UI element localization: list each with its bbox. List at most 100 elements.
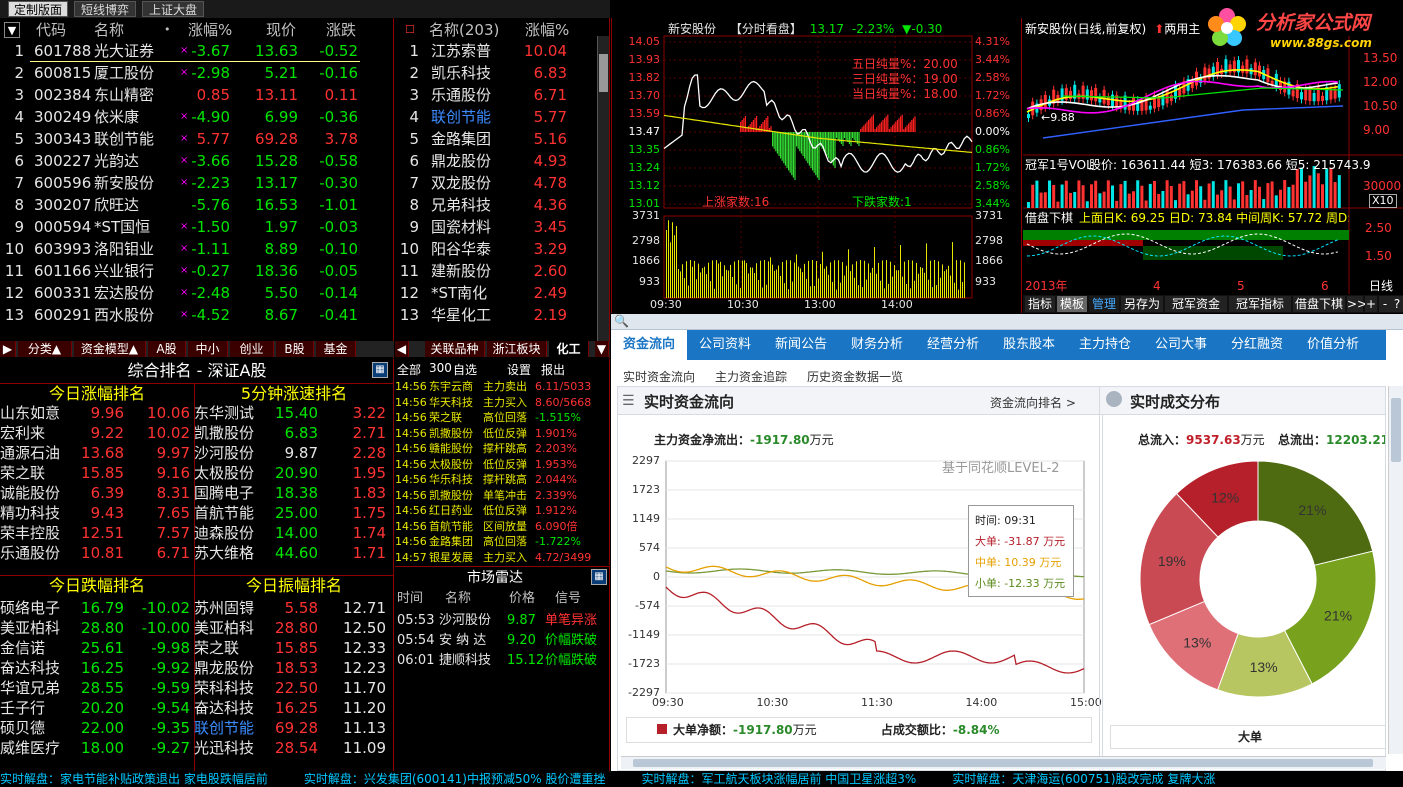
sector-tabs-down-icon[interactable]: ▼ (595, 341, 609, 357)
kline-tab[interactable]: >> (1347, 296, 1367, 312)
col-sector-pct[interactable]: 涨幅% (525, 20, 569, 40)
radar-row[interactable]: 05:53 沙河股份 9.87 单笔异涨 (395, 611, 610, 631)
category-tab[interactable]: A股 (148, 341, 186, 357)
quote-row[interactable]: 6 300227 光韵达 -3.66 15.28 -0.58 × (0, 150, 394, 172)
web-tab[interactable]: 分红融资 (1219, 330, 1295, 360)
quote-row[interactable]: 5 300343 联创节能 5.77 69.28 3.78 × (0, 128, 394, 150)
alert-row[interactable]: 14:56 凯撒股份 低位反弹 1.901% (395, 426, 610, 441)
sector-box-icon[interactable]: ☐ (405, 20, 415, 40)
tab-short-term[interactable]: 短线博弈 (74, 1, 136, 17)
rank-row[interactable]: 荣科科技 22.50 11.70 (194, 678, 394, 698)
web-tab[interactable]: 资金流向 (611, 330, 687, 360)
rank-row[interactable]: 金信诺 25.61 -9.98 (0, 638, 200, 658)
quote-row[interactable]: 10 603993 洛阳钼业 -1.11 8.89 -0.10 × (0, 238, 394, 260)
alert-row[interactable]: 14:56 太极股份 低位反弹 1.953% (395, 457, 610, 472)
rank-row[interactable]: 宏利来 9.22 10.02 (0, 423, 200, 443)
web-tab[interactable]: 价值分析 (1295, 330, 1371, 360)
col-code[interactable]: 代码 (36, 20, 66, 40)
quote-row[interactable]: 3 002384 东山精密 0.85 13.11 0.11 (0, 84, 394, 106)
news-ticker[interactable]: 实时解盘：家电节能补贴政策退出 家电股跌幅居前 实时解盘：兴发集团(600141… (0, 772, 1403, 787)
kline-tab[interactable]: 指标 (1025, 296, 1055, 312)
kline-tab[interactable]: 管理 (1089, 296, 1119, 312)
rank-row[interactable]: 硕络电子 16.79 -10.02 (0, 598, 200, 618)
kline-chart[interactable]: 新安股份(日线,前复权) ⬆两用主 13.50 12.00 10.50 9.00 ←9.8… (1023, 18, 1403, 313)
rank-row[interactable]: 威维医疗 18.00 -9.27 (0, 738, 200, 758)
magnifier-icon[interactable]: 🔍 (614, 314, 629, 328)
alert-tab[interactable]: 自选 (453, 361, 477, 378)
sector-row[interactable]: 1 江苏索普 10.04 (395, 40, 595, 62)
kline-tab[interactable]: 冠军资金 (1165, 296, 1227, 312)
rank-row[interactable]: 美亚柏科 28.80 12.50 (194, 618, 394, 638)
rank-row[interactable]: 壬子行 20.20 -9.54 (0, 698, 200, 718)
rank-row[interactable]: 光迅科技 28.54 11.09 (194, 738, 394, 758)
rank-row[interactable]: 首航节能 25.00 1.75 (194, 503, 394, 523)
quote-row[interactable]: 12 600331 宏达股份 -2.48 5.50 -0.14 × (0, 282, 394, 304)
alert-row[interactable]: 14:56 华天科技 主力买入 8.60/5668 (395, 395, 610, 410)
rank-row[interactable]: 苏州固锝 5.58 12.71 (194, 598, 394, 618)
alert-row[interactable]: 14:56 荣之联 高位回落 -1.515% (395, 410, 610, 425)
sector-row[interactable]: 4 联创节能 5.77 (395, 106, 595, 128)
rank-settings-icon[interactable]: ▦ (372, 362, 388, 378)
kline-tab[interactable]: 另存为 (1121, 296, 1163, 312)
sector-tab[interactable]: 化工 (549, 341, 589, 357)
sector-row[interactable]: 3 乐通股份 6.71 (395, 84, 595, 106)
sector-tab[interactable]: 关联品种 (425, 341, 485, 357)
category-tab[interactable]: 分类▲ (18, 341, 72, 357)
quote-row[interactable]: 4 300249 依米康 -4.90 6.99 -0.36 × (0, 106, 394, 128)
alert-tab[interactable]: 设置 (507, 361, 531, 378)
alert-tab[interactable]: 全部 (397, 361, 421, 378)
kline-tab[interactable]: - (1379, 296, 1391, 312)
sort-dropdown-icon[interactable]: ▼ (4, 22, 20, 38)
web-tab[interactable]: 股东股本 (991, 330, 1067, 360)
kline-tab[interactable]: 模板 (1057, 296, 1087, 312)
web-tab[interactable]: 经营分析 (915, 330, 991, 360)
alert-row[interactable]: 14:56 凯撒股份 单笔冲击 2.339% (395, 488, 610, 503)
radar-settings-icon[interactable]: ▦ (591, 569, 607, 585)
category-tab[interactable]: 资金模型▲ (74, 341, 146, 357)
rank-row[interactable]: 太极股份 20.90 1.95 (194, 463, 394, 483)
quote-row[interactable]: 7 600596 新安股份 -2.23 13.17 -0.30 × (0, 172, 394, 194)
rank-row[interactable]: 迪森股份 14.00 1.74 (194, 523, 394, 543)
kline-tab[interactable]: ? (1391, 296, 1403, 312)
intraday-chart[interactable]: 新安股份 【分时看盘】 13.17 -2.23% ▼-0.30 14.05 13.… (611, 18, 1022, 313)
quote-row[interactable]: 8 300207 欣旺达 -5.76 16.53 -1.01 (0, 194, 394, 216)
col-price[interactable]: 现价 (266, 20, 296, 40)
dist-donut-chart[interactable]: 21% 21% 13% 13% 19% 12% (1100, 447, 1386, 717)
quote-row[interactable]: 2 600815 厦工股份 -2.98 5.21 -0.16 × (0, 62, 394, 84)
tab-sh-index[interactable]: 上证大盘 (142, 1, 204, 17)
web-subnav-link[interactable]: 主力资金追踪 (715, 368, 787, 385)
category-tab[interactable]: B股 (276, 341, 314, 357)
sector-tab[interactable]: 浙江板块 (487, 341, 547, 357)
col-chg[interactable]: 涨跌 (326, 20, 356, 40)
quote-row[interactable]: 13 600291 西水股份 -4.52 8.67 -0.41 × (0, 304, 394, 326)
web-tab[interactable]: 主力持仓 (1067, 330, 1143, 360)
sector-row[interactable]: 11 建新股份 2.60 (395, 260, 595, 282)
category-tab[interactable]: 中小 (188, 341, 228, 357)
alert-row[interactable]: 14:56 首航节能 区间放量 6.090倍 (395, 519, 610, 534)
rank-row[interactable]: 美亚柏科 28.80 -10.00 (0, 618, 200, 638)
sector-row[interactable]: 2 凯乐科技 6.83 (395, 62, 595, 84)
rank-row[interactable]: 奋达科技 16.25 -9.92 (0, 658, 200, 678)
alert-row[interactable]: 14:56 赣能股份 撑杆跳高 2.203% (395, 441, 610, 456)
sector-scrollbar[interactable] (597, 36, 609, 342)
quote-row[interactable]: 9 000594 *ST国恒 -1.50 1.97 -0.03 × (0, 216, 394, 238)
web-tab[interactable]: 财务分析 (839, 330, 915, 360)
kline-tab[interactable]: + (1365, 296, 1377, 312)
web-tab[interactable]: 公司资料 (687, 330, 763, 360)
tabs-left-arrow-icon[interactable]: ▶ (0, 341, 16, 357)
rank-row[interactable]: 东华测试 15.40 3.22 (194, 403, 394, 423)
rank-row[interactable]: 奋达科技 16.25 11.20 (194, 698, 394, 718)
rank-row[interactable]: 荣之联 15.85 9.16 (0, 463, 200, 483)
quote-row[interactable]: 1 601788 光大证券 -3.67 13.63 -0.52 × (0, 40, 394, 62)
web-subnav-link[interactable]: 历史资金数据一览 (807, 368, 903, 385)
rank-row[interactable]: 华谊兄弟 28.55 -9.59 (0, 678, 200, 698)
sector-row[interactable]: 13 华星化工 2.19 (395, 304, 595, 326)
web-hscroll[interactable] (621, 756, 1386, 769)
category-tab[interactable]: 基金 (316, 341, 356, 357)
alert-tab[interactable]: 300 (429, 361, 452, 375)
alert-row[interactable]: 14:56 华乐科技 撑杆跳高 2.044% (395, 472, 610, 487)
sector-row[interactable]: 10 阳谷华泰 3.29 (395, 238, 595, 260)
kline-tab[interactable]: 借盘下棋 (1293, 296, 1345, 312)
rank-row[interactable]: 凯撒股份 6.83 2.71 (194, 423, 394, 443)
sector-row[interactable]: 12 *ST南化 2.49 (395, 282, 595, 304)
